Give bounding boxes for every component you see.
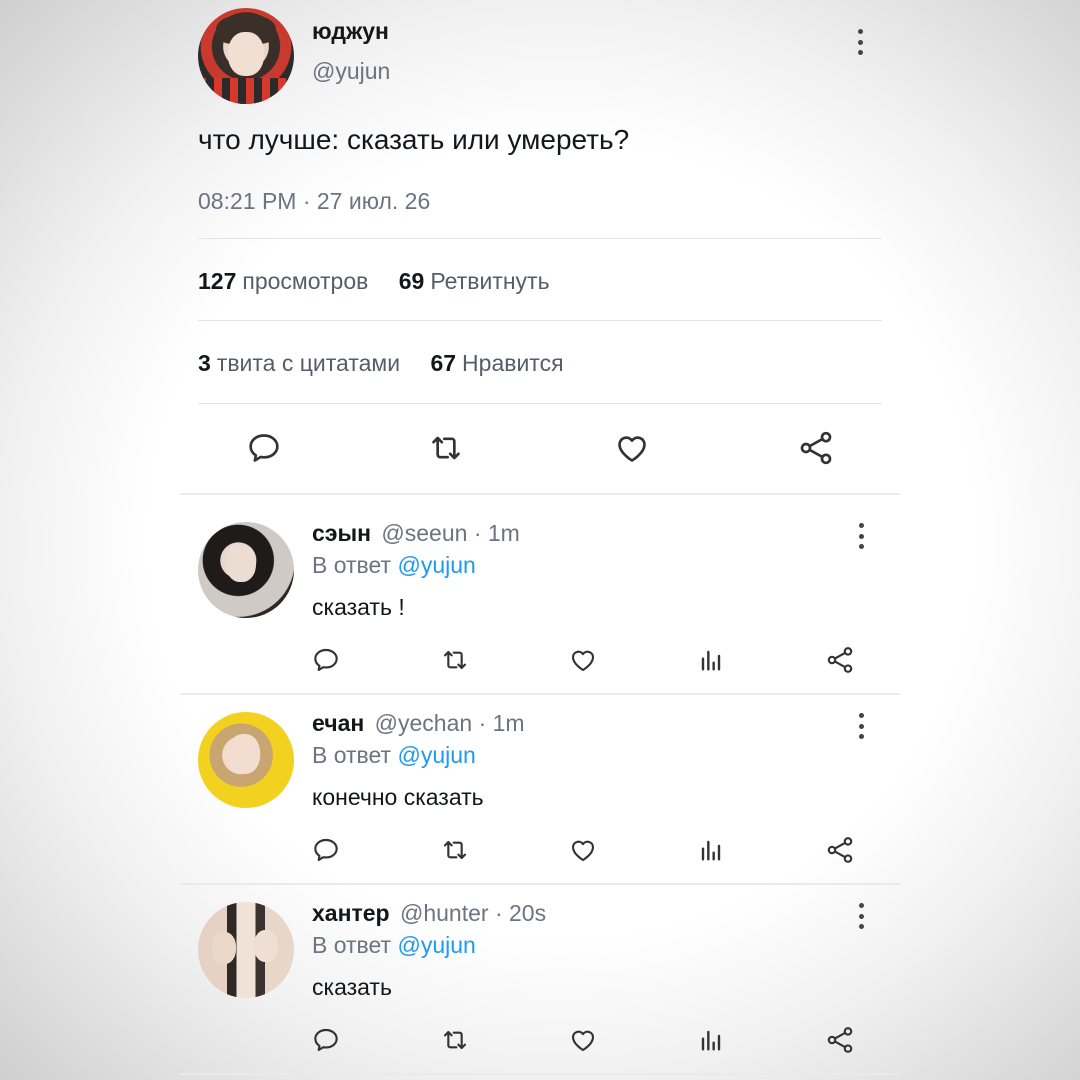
retweets-label: Ретвитнуть — [430, 268, 550, 294]
more-options-icon[interactable] — [857, 523, 865, 549]
retweet-icon[interactable] — [426, 428, 466, 468]
views-label: просмотров — [242, 268, 369, 294]
quotes-count: 3 — [198, 350, 211, 376]
views-icon[interactable] — [695, 644, 727, 676]
reply-time: · 1m — [478, 710, 525, 736]
reply-actions — [0, 644, 1080, 676]
reply-author-name[interactable]: хантер — [312, 900, 390, 926]
reply-author-handle[interactable]: @hunter — [400, 900, 489, 926]
reply-header: хантер @hunter · 20s — [312, 900, 546, 927]
retweet-icon[interactable] — [439, 1024, 471, 1056]
share-icon[interactable] — [796, 428, 836, 468]
likes-count: 67 — [430, 350, 457, 376]
reply-tweet[interactable]: хантер @hunter · 20s В ответ @yujun сказ… — [0, 876, 1080, 1066]
author-handle[interactable]: @yujun — [312, 58, 390, 85]
author-name[interactable]: юджун — [312, 18, 389, 45]
tweet-timestamp[interactable]: 08:21 PM · 27 июл. 26 — [198, 188, 430, 215]
reply-author-name[interactable]: сэын — [312, 520, 371, 546]
retweet-icon[interactable] — [439, 644, 471, 676]
reply-to-line: В ответ @yujun — [312, 742, 476, 769]
retweet-icon[interactable] — [439, 834, 471, 866]
more-options-icon[interactable] — [857, 713, 865, 739]
reply-actions — [0, 1024, 1080, 1056]
reply-icon[interactable] — [244, 428, 284, 468]
reply-time: · 20s — [494, 900, 547, 926]
reply-tweet[interactable]: ечан @yechan · 1m В ответ @yujun конечно… — [0, 686, 1080, 876]
stats-row-1: 127 просмотров 69 Ретвитнуть — [198, 268, 574, 295]
divider — [198, 238, 882, 239]
views-icon[interactable] — [695, 1024, 727, 1056]
reply-author-handle[interactable]: @yechan — [375, 710, 473, 736]
likes-label: Нравится — [462, 350, 564, 376]
divider — [198, 403, 882, 404]
views-icon[interactable] — [695, 834, 727, 866]
tweet-text: что лучше: сказать или умереть? — [198, 124, 630, 155]
reply-tweet[interactable]: сэын @seeun · 1m В ответ @yujun сказать … — [0, 496, 1080, 686]
share-icon[interactable] — [824, 834, 856, 866]
tweet-actions — [198, 428, 882, 470]
reply-author-name[interactable]: ечан — [312, 710, 364, 736]
divider — [180, 493, 900, 495]
reply-mention-link[interactable]: @yujun — [397, 932, 475, 958]
reply-to-line: В ответ @yujun — [312, 552, 476, 579]
more-options-icon[interactable] — [857, 903, 865, 929]
reply-mention-link[interactable]: @yujun — [397, 742, 475, 768]
likes-stat[interactable]: 67 Нравится — [430, 350, 563, 377]
reply-header: ечан @yechan · 1m — [312, 710, 525, 737]
reply-icon[interactable] — [310, 834, 342, 866]
divider — [198, 320, 882, 321]
reply-actions — [0, 834, 1080, 866]
reply-time: · 1m — [473, 520, 520, 546]
like-icon[interactable] — [567, 1024, 599, 1056]
share-icon[interactable] — [824, 1024, 856, 1056]
avatar[interactable] — [198, 8, 294, 104]
more-options-icon[interactable] — [856, 29, 864, 55]
stats-row-2: 3 твита с цитатами 67 Нравится — [198, 350, 588, 377]
quotes-label: твита с цитатами — [216, 350, 401, 376]
views-stat[interactable]: 127 просмотров — [198, 268, 368, 295]
avatar[interactable] — [198, 712, 294, 808]
reply-text: конечно сказать — [312, 784, 484, 810]
share-icon[interactable] — [824, 644, 856, 676]
like-icon[interactable] — [567, 834, 599, 866]
views-count: 127 — [198, 268, 237, 294]
reply-to-prefix: В ответ — [312, 742, 392, 768]
reply-header: сэын @seeun · 1m — [312, 520, 520, 547]
reply-mention-link[interactable]: @yujun — [397, 552, 475, 578]
like-icon[interactable] — [612, 428, 652, 468]
avatar[interactable] — [198, 522, 294, 618]
reply-to-line: В ответ @yujun — [312, 932, 476, 959]
tweet-thread: юджун @yujun что лучше: сказать или умер… — [0, 0, 1080, 1080]
quotes-stat[interactable]: 3 твита с цитатами — [198, 350, 400, 377]
like-icon[interactable] — [567, 644, 599, 676]
reply-text: сказать — [312, 974, 392, 1000]
reply-author-handle[interactable]: @seeun — [381, 520, 467, 546]
divider — [180, 1073, 900, 1075]
reply-text: сказать ! — [312, 594, 405, 620]
reply-to-prefix: В ответ — [312, 932, 392, 958]
retweets-stat[interactable]: 69 Ретвитнуть — [399, 268, 550, 295]
avatar[interactable] — [198, 902, 294, 998]
reply-icon[interactable] — [310, 644, 342, 676]
reply-icon[interactable] — [310, 1024, 342, 1056]
retweets-count: 69 — [398, 268, 425, 294]
reply-to-prefix: В ответ — [312, 552, 392, 578]
